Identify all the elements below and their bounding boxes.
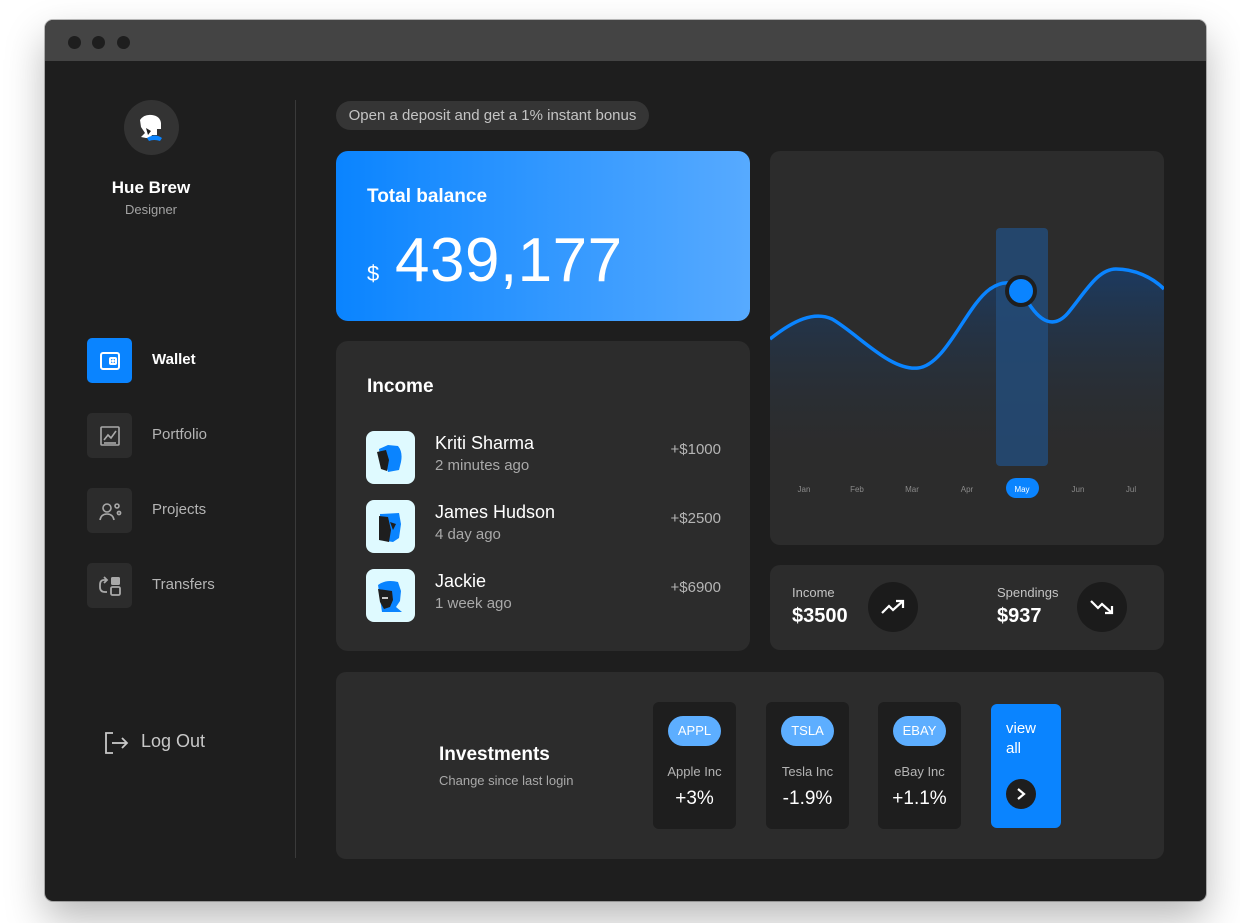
stock-name: Apple Inc: [667, 764, 722, 779]
trend-down-icon[interactable]: [1077, 582, 1127, 632]
income-card: Income Kriti Sharma 2 minutes ago +$1000: [336, 341, 750, 651]
user-gear-icon: [87, 488, 132, 533]
x-tick-label[interactable]: Feb: [850, 485, 864, 494]
sidebar-item-label: Transfers: [152, 576, 215, 593]
stock-change: +1.1%: [892, 788, 947, 809]
investments-subtitle: Change since last login: [439, 773, 574, 788]
sidebar-item-wallet[interactable]: Wallet: [87, 338, 287, 384]
window-minimize-dot[interactable]: [92, 36, 105, 49]
x-tick-label[interactable]: Mar: [905, 485, 919, 494]
sidebar-divider: [295, 100, 296, 858]
transaction-amount: +$1000: [670, 441, 721, 458]
x-tick-label[interactable]: Apr: [961, 485, 974, 494]
spendings-stat-label: Spendings: [997, 585, 1059, 600]
transfer-icon: [87, 563, 132, 608]
chart-icon: [87, 413, 132, 458]
list-item[interactable]: Kriti Sharma 2 minutes ago +$1000: [366, 431, 721, 485]
app-window: Hue Brew Designer Wallet Portfolio Proje…: [45, 20, 1206, 901]
investments-title: Investments: [439, 744, 550, 765]
balance-chart[interactable]: Jan Feb Mar Apr May Jun Jul: [770, 151, 1164, 545]
stock-change: -1.9%: [782, 788, 833, 809]
list-item[interactable]: James Hudson 4 day ago +$2500: [366, 500, 721, 554]
investments-card: Investments Change since last login APPL…: [336, 672, 1164, 859]
user-name: Hue Brew: [111, 178, 191, 197]
chevron-right-icon[interactable]: [1006, 779, 1036, 809]
logout-icon: [105, 732, 129, 754]
view-all-button[interactable]: view all: [991, 704, 1061, 828]
logout-label: Log Out: [141, 731, 206, 751]
sidebar-item-projects[interactable]: Projects: [87, 488, 287, 534]
x-tick-label[interactable]: May: [1014, 485, 1029, 494]
balance-amount: 439,177: [395, 226, 623, 295]
window-close-dot[interactable]: [68, 36, 81, 49]
avatar: [366, 569, 415, 622]
stock-name: Tesla Inc: [781, 764, 834, 779]
highlight-column: [996, 228, 1048, 466]
stock-ticker: TSLA: [781, 716, 834, 746]
title-bar: [45, 20, 1206, 61]
transaction-time: 2 minutes ago: [435, 457, 530, 474]
spendings-stat-value: $937: [997, 605, 1042, 627]
area-fill: [770, 269, 1164, 471]
window-maximize-dot[interactable]: [117, 36, 130, 49]
logout-button[interactable]: Log Out: [103, 730, 243, 756]
income-stat-value: $3500: [792, 605, 848, 627]
income-title: Income: [367, 376, 434, 397]
income-stat-label: Income: [792, 585, 835, 600]
avatar[interactable]: [124, 100, 179, 155]
transaction-name: James Hudson: [435, 502, 556, 522]
user-role: Designer: [124, 202, 178, 217]
stock-name: eBay Inc: [894, 764, 945, 779]
promo-banner[interactable]: Open a deposit and get a 1% instant bonu…: [336, 101, 649, 130]
view-all-label: view all: [1006, 720, 1037, 757]
highlight-point[interactable]: [1005, 275, 1037, 307]
balance-currency: $: [367, 261, 380, 286]
stock-change: +3%: [675, 788, 714, 809]
x-axis: Jan Feb Mar Apr May Jun Jul: [798, 485, 1137, 494]
transaction-time: 4 day ago: [435, 526, 501, 543]
stock-ticker: EBAY: [893, 716, 946, 746]
avatar: [366, 431, 415, 484]
stock-card[interactable]: TSLA Tesla Inc -1.9%: [766, 702, 849, 829]
stock-card[interactable]: EBAY eBay Inc +1.1%: [878, 702, 961, 829]
balance-title: Total balance: [367, 186, 488, 207]
wallet-icon: [87, 338, 132, 383]
avatar: [366, 500, 415, 553]
transaction-amount: +$2500: [670, 510, 721, 527]
x-tick-label[interactable]: Jun: [1072, 485, 1085, 494]
trend-up-icon[interactable]: [868, 582, 918, 632]
sidebar-item-label: Projects: [152, 501, 207, 518]
transaction-name: Jackie: [435, 571, 487, 591]
chart-svg: Jan Feb Mar Apr May Jun Jul: [770, 228, 1164, 498]
stock-card[interactable]: APPL Apple Inc +3%: [653, 702, 736, 829]
sidebar-item-portfolio[interactable]: Portfolio: [87, 413, 287, 459]
sidebar-item-label: Portfolio: [152, 426, 208, 443]
transaction-name: Kriti Sharma: [435, 433, 535, 453]
sidebar-item-transfers[interactable]: Transfers: [87, 563, 287, 609]
list-item[interactable]: Jackie 1 week ago +$6900: [366, 569, 721, 623]
x-tick-label[interactable]: Jan: [798, 485, 811, 494]
sidebar-item-label: Wallet: [152, 351, 196, 368]
x-tick-label[interactable]: Jul: [1126, 485, 1136, 494]
transaction-amount: +$6900: [670, 579, 721, 596]
transaction-time: 1 week ago: [435, 595, 512, 612]
stats-card: Income $3500 Spendings $937: [770, 565, 1164, 650]
stock-ticker: APPL: [668, 716, 721, 746]
balance-card: Total balance $ 439,177: [336, 151, 750, 321]
